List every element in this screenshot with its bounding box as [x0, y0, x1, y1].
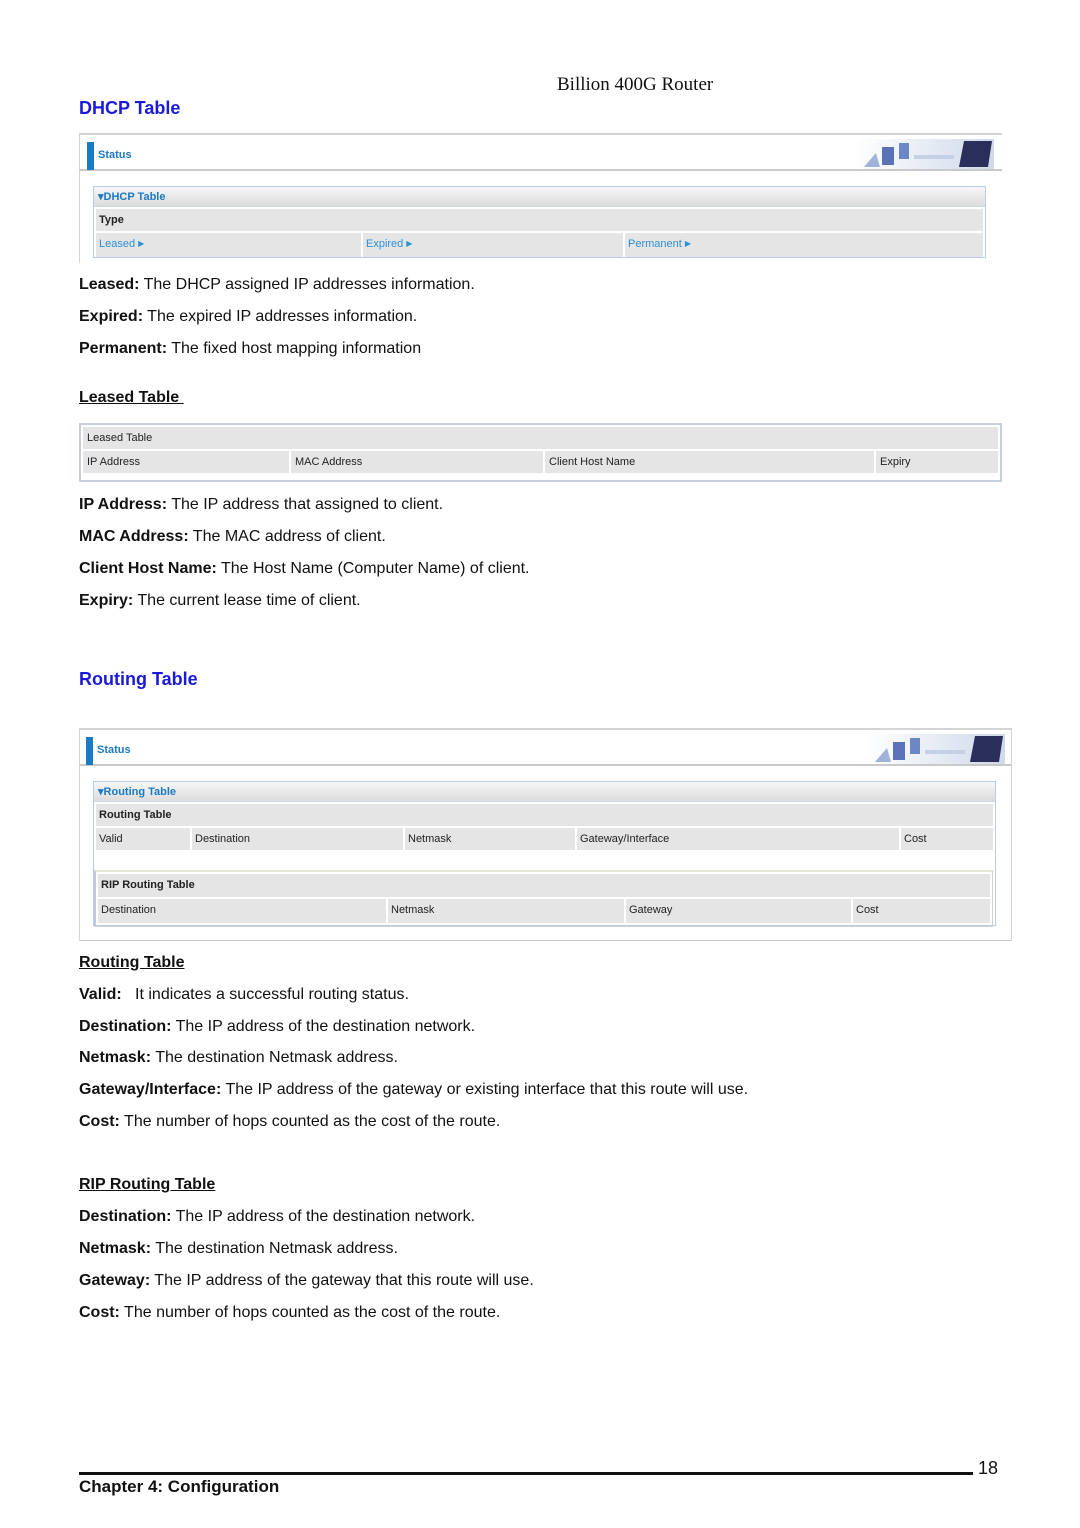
routing-section-title: Routing Table: [79, 669, 198, 689]
rip-table-label: RIP Routing Table: [98, 874, 990, 897]
leased-link[interactable]: Leased ▶: [96, 233, 361, 257]
col-rip-cost: Cost: [853, 899, 990, 923]
footer-rule: [79, 1472, 973, 1475]
routing-table-title-text: Routing Table: [103, 786, 177, 798]
arrow-right-icon: ▶: [138, 239, 145, 248]
desc-rip-cost: Cost: The number of hops counted as the …: [79, 1304, 501, 1321]
col-expiry: Expiry: [876, 451, 998, 473]
routing-label-row: Routing Table: [94, 804, 995, 826]
expired-link[interactable]: Expired ▶: [363, 233, 623, 257]
arrow-right-icon: ▶: [684, 239, 691, 248]
desc-rip-netmask: Netmask: The destination Netmask address…: [79, 1240, 398, 1257]
desc-destination: Destination: The IP address of the desti…: [79, 1018, 476, 1035]
rip-table-box: RIP Routing Table Destination Netmask Ga…: [94, 870, 993, 927]
desc-expired: Expired: The expired IP addresses inform…: [79, 308, 418, 325]
rip-routing-table-subtitle: RIP Routing Table: [79, 1176, 216, 1193]
col-rip-destination: Destination: [98, 899, 386, 923]
desc-netmask: Netmask: The destination Netmask address…: [79, 1049, 398, 1066]
desc-ip-address: IP Address: The IP address that assigned…: [79, 496, 444, 513]
routing-header-row: Valid Destination Netmask Gateway/Interf…: [94, 828, 995, 850]
document-header: Billion 400G Router: [557, 74, 714, 95]
routing-table-label: Routing Table: [96, 804, 993, 826]
status-label: Status: [97, 744, 131, 756]
col-netmask: Netmask: [405, 828, 575, 850]
col-destination: Destination: [192, 828, 403, 850]
desc-rip-destination: Destination: The IP address of the desti…: [79, 1208, 476, 1225]
col-rip-netmask: Netmask: [388, 899, 624, 923]
desc-expiry: Expiry: The current lease time of client…: [79, 592, 361, 609]
dhcp-section-title: DHCP Table: [79, 98, 181, 118]
dhcp-table-title-text: DHCP Table: [103, 191, 166, 203]
rip-label-row: RIP Routing Table: [98, 874, 990, 897]
desc-rip-gateway: Gateway: The IP address of the gateway t…: [79, 1272, 534, 1289]
desc-client-host-name: Client Host Name: The Host Name (Compute…: [79, 560, 530, 577]
status-label: Status: [98, 149, 132, 161]
arrow-right-icon: ▶: [406, 239, 413, 248]
desc-mac-address: MAC Address: The MAC address of client.: [79, 528, 386, 545]
leased-title-row: Leased Table: [83, 427, 998, 449]
col-mac-address: MAC Address: [291, 451, 543, 473]
permanent-link[interactable]: Permanent ▶: [625, 233, 983, 257]
panel-header: Status: [79, 730, 1011, 766]
desc-cost: Cost: The number of hops counted as the …: [79, 1113, 501, 1130]
routing-table-box: ▾Routing Table Routing Table Valid Desti…: [93, 781, 996, 927]
desc-leased: Leased: The DHCP assigned IP addresses i…: [79, 276, 475, 293]
leased-table-box: Leased Table IP Address MAC Address Clie…: [79, 423, 1002, 482]
status-bar-icon: [87, 142, 94, 170]
col-client-host-name: Client Host Name: [545, 451, 874, 473]
col-cost: Cost: [901, 828, 993, 850]
office-banner-icon: [854, 139, 994, 169]
type-label: Type: [96, 209, 983, 231]
leased-table-subtitle: Leased Table: [79, 389, 184, 406]
type-row: Type: [94, 209, 985, 231]
leased-header-row: IP Address MAC Address Client Host Name …: [83, 451, 998, 473]
leased-table-title: Leased Table: [83, 427, 998, 449]
dhcp-table-box: ▾DHCP Table Type Leased ▶ Expired ▶ Perman…: [93, 186, 986, 258]
desc-permanent: Permanent: The fixed host mapping inform…: [79, 340, 422, 357]
dhcp-status-panel: Status ▾DHCP Table Type Leased ▶ Expired ▶…: [79, 133, 1002, 263]
office-banner-icon: [865, 734, 1005, 764]
status-bar-icon: [86, 737, 93, 765]
col-rip-gateway: Gateway: [626, 899, 851, 923]
types-row: Leased ▶ Expired ▶ Permanent ▶: [94, 233, 985, 257]
routing-status-panel: Status ▾Routing Table Routing Table Vali…: [79, 728, 1012, 941]
panel-header: Status: [79, 135, 1002, 171]
page-number: 18: [978, 1458, 999, 1478]
routing-table-subtitle: Routing Table: [79, 954, 185, 971]
rip-header-row: Destination Netmask Gateway Cost: [98, 899, 990, 923]
routing-table-title[interactable]: ▾Routing Table: [94, 782, 995, 802]
footer-chapter: Chapter 4: Configuration: [79, 1477, 280, 1496]
desc-gateway-interface: Gateway/Interface: The IP address of the…: [79, 1081, 749, 1098]
col-gateway-interface: Gateway/Interface: [577, 828, 899, 850]
dhcp-table-title[interactable]: ▾DHCP Table: [94, 187, 985, 207]
col-ip-address: IP Address: [83, 451, 289, 473]
col-valid: Valid: [96, 828, 190, 850]
desc-valid: Valid: It indicates a successful routing…: [79, 986, 409, 1003]
